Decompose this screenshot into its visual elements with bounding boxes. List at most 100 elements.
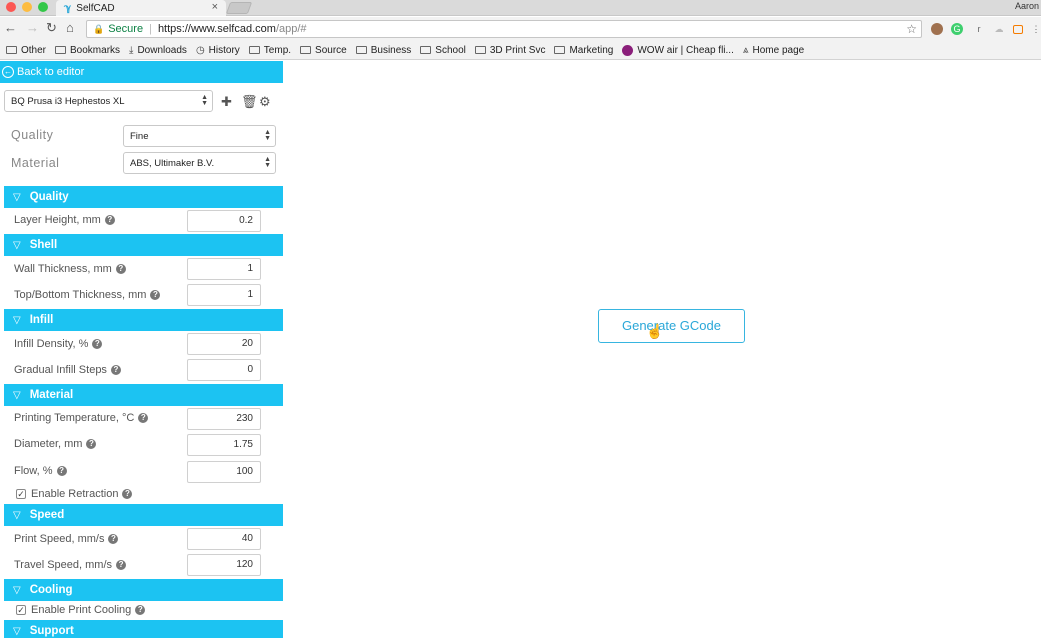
help-icon[interactable]: ? <box>92 339 103 349</box>
bookmark-star-icon[interactable]: ☆ <box>906 22 917 36</box>
printer-select[interactable]: BQ Prusa i3 Hephestos XL ▲ ▼ <box>4 90 213 112</box>
wall-thickness-input[interactable]: 1 <box>187 258 261 280</box>
printer-select-value: BQ Prusa i3 Hephestos XL <box>11 95 125 107</box>
help-icon[interactable]: ? <box>108 534 119 544</box>
infill-density-input[interactable]: 20 <box>187 333 261 355</box>
bookmark-marketing[interactable]: Marketing <box>554 45 613 56</box>
field-label-text: Wall Thickness, mm <box>14 263 112 275</box>
travel-speed-label: Travel Speed, mm/s? <box>14 559 127 571</box>
check-label-text: Enable Print Cooling <box>31 604 132 616</box>
layer-height-input[interactable]: 0.2 <box>187 210 261 232</box>
section-title: Support <box>29 625 74 637</box>
bookmark-bookmarks[interactable]: Bookmarks <box>55 45 120 56</box>
section-quality-header[interactable]: ▽ Quality <box>4 186 283 208</box>
folder-icon <box>474 46 486 54</box>
forward-arrow-icon[interactable]: → <box>26 21 39 35</box>
bookmark-school[interactable]: School <box>420 45 466 56</box>
secure-label: Secure <box>108 23 144 35</box>
selfcad-favicon-icon: ℽ <box>64 2 72 14</box>
bookmark-label: History <box>208 44 240 56</box>
help-icon[interactable]: ? <box>138 413 149 423</box>
address-separator: | <box>149 23 152 35</box>
material-select[interactable]: ABS, Ultimaker B.V. ▲ ▼ <box>123 152 276 174</box>
extension-avatar-icon[interactable] <box>931 23 943 35</box>
section-infill-header[interactable]: ▽ Infill <box>4 309 283 331</box>
print-speed-input[interactable]: 40 <box>187 528 261 550</box>
bookmark-wow-air[interactable]: WOW air | Cheap fli... <box>622 44 734 56</box>
bookmark-downloads[interactable]: ⤓ Downloads <box>129 45 187 56</box>
minimize-window-button[interactable] <box>22 2 32 12</box>
orange-extension-icon[interactable] <box>1013 25 1023 34</box>
address-bar[interactable]: 🔒 Secure | https://www.selfcad.com /app/… <box>86 20 922 38</box>
profile-name[interactable]: Aaron <box>1015 1 1039 11</box>
enable-retraction-row[interactable]: ✓ Enable Retraction? <box>16 488 133 500</box>
infill-density-label: Infill Density, %? <box>14 338 103 350</box>
travel-speed-input[interactable]: 120 <box>187 554 261 576</box>
bookmark-label: Home page <box>752 44 805 56</box>
collapse-triangle-icon: ▽ <box>13 314 21 326</box>
collapse-triangle-icon: ▽ <box>13 239 21 251</box>
section-shell-header[interactable]: ▽ Shell <box>4 234 283 256</box>
printer-settings-gear-icon[interactable]: ⚙ <box>259 94 271 110</box>
bookmark-business[interactable]: Business <box>355 44 412 56</box>
help-icon[interactable]: ? <box>115 264 126 274</box>
download-icon: ⤓ <box>129 44 134 56</box>
wall-thickness-label: Wall Thickness, mm? <box>14 263 126 275</box>
home-page-icon: ⩓ <box>742 44 749 56</box>
bookmark-source[interactable]: Source <box>300 45 347 56</box>
enable-print-cooling-checkbox[interactable]: ✓ <box>16 605 26 615</box>
bookmark-home-page[interactable]: ⩓ Home page <box>743 45 804 56</box>
help-icon[interactable]: ? <box>104 215 115 225</box>
folder-icon <box>420 46 432 54</box>
quality-select[interactable]: Fine ▲ ▼ <box>123 125 276 147</box>
bookmark-other[interactable]: Other <box>6 45 46 56</box>
help-icon[interactable]: ? <box>56 466 67 476</box>
back-to-editor-button[interactable]: ← Back to editor <box>0 61 283 83</box>
section-support-header[interactable]: ▽ Support <box>4 620 283 638</box>
quality-label: Quality <box>11 128 54 142</box>
help-icon[interactable]: ? <box>150 290 161 300</box>
cloud-extension-icon[interactable]: ☁ <box>993 23 1005 35</box>
section-speed-header[interactable]: ▽ Speed <box>4 504 283 526</box>
layer-height-label: Layer Height, mm? <box>14 214 115 226</box>
grammarly-extension-icon[interactable]: G <box>951 23 963 35</box>
help-icon[interactable]: ? <box>110 365 121 375</box>
menu-kebab-icon[interactable]: ⋮ <box>1030 23 1041 35</box>
help-icon[interactable]: ? <box>116 560 127 570</box>
field-label-text: Print Speed, mm/s <box>14 533 105 545</box>
folder-icon <box>55 46 67 54</box>
field-label-text: Flow, % <box>14 465 53 477</box>
field-label-text: Infill Density, % <box>14 338 89 350</box>
maximize-window-button[interactable] <box>38 2 48 12</box>
bookmark-temp[interactable]: Temp. <box>248 45 291 56</box>
field-label-text: Printing Temperature, °C <box>14 412 135 424</box>
gradual-infill-input[interactable]: 0 <box>187 359 261 381</box>
back-arrow-icon[interactable]: ← <box>4 21 17 35</box>
diameter-label: Diameter, mm? <box>14 438 97 450</box>
flow-input[interactable]: 100 <box>187 461 261 483</box>
top-bottom-thickness-input[interactable]: 1 <box>187 284 261 306</box>
add-printer-icon[interactable]: ✚ <box>221 94 232 110</box>
help-icon[interactable]: ? <box>86 439 97 449</box>
close-tab-icon[interactable]: × <box>212 1 218 13</box>
help-icon[interactable]: ? <box>122 489 133 499</box>
diameter-input[interactable]: 1.75 <box>187 434 261 456</box>
section-material-header[interactable]: ▽ Material <box>4 384 283 406</box>
collapse-triangle-icon: ▽ <box>13 509 21 521</box>
bookmark-history[interactable]: ◷ History <box>196 45 240 56</box>
new-tab-button[interactable] <box>225 2 253 14</box>
bookmark-label: Business <box>370 44 412 56</box>
home-icon[interactable]: ⌂ <box>66 21 74 35</box>
reload-icon[interactable]: ↻ <box>46 21 57 35</box>
help-icon[interactable]: ? <box>135 605 146 615</box>
printing-temperature-input[interactable]: 230 <box>187 408 261 430</box>
close-window-button[interactable] <box>6 2 16 12</box>
delete-printer-icon[interactable]: 🗑 <box>241 94 258 110</box>
generate-gcode-button[interactable]: Generate GCode <box>598 309 745 343</box>
enable-print-cooling-row[interactable]: ✓ Enable Print Cooling? <box>16 604 146 616</box>
r-extension-icon[interactable]: r <box>973 23 985 35</box>
enable-retraction-checkbox[interactable]: ✓ <box>16 489 26 499</box>
bookmark-3d-print-svc[interactable]: 3D Print Svc <box>474 45 545 56</box>
browser-tab[interactable]: ℽ SelfCAD × <box>56 0 226 16</box>
section-cooling-header[interactable]: ▽ Cooling <box>4 579 283 601</box>
